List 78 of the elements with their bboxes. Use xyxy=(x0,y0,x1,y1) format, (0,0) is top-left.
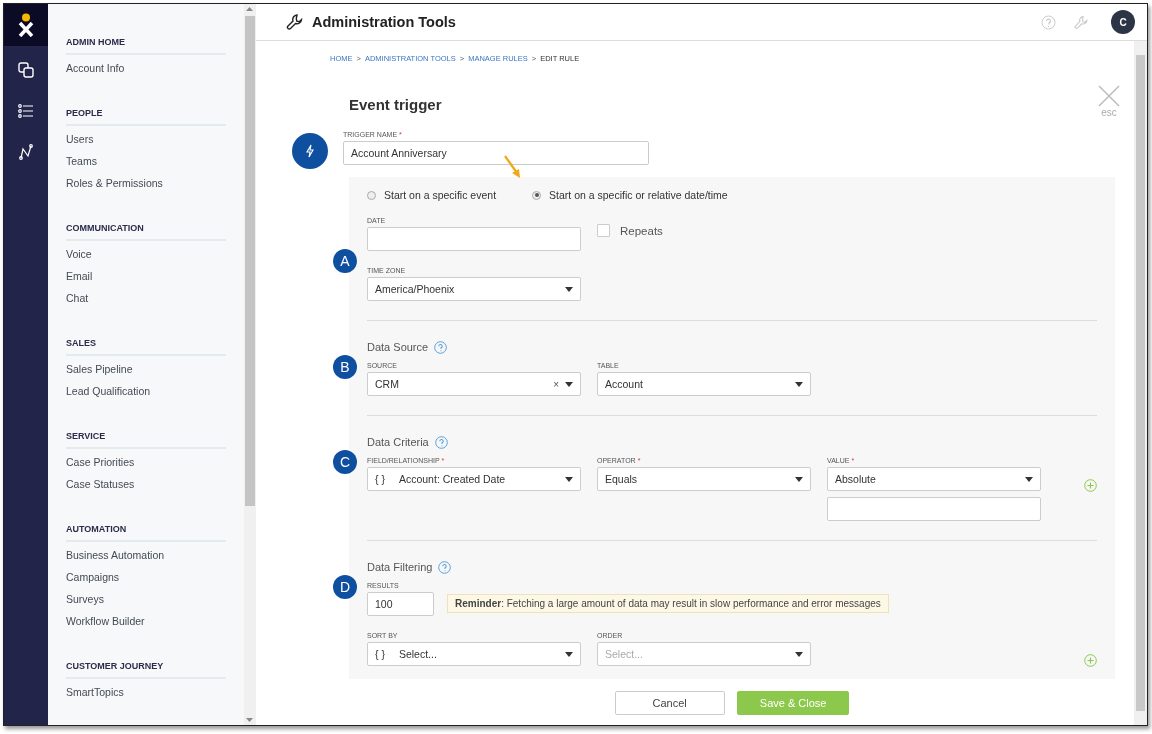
wrench-icon xyxy=(286,13,304,31)
wrench-icon[interactable] xyxy=(1074,14,1089,30)
section-title: Data Criteria xyxy=(367,436,429,448)
esc-label: esc xyxy=(1101,107,1117,118)
text-field[interactable] xyxy=(827,497,1041,521)
caret-icon xyxy=(1025,476,1033,482)
add-icon[interactable] xyxy=(1084,479,1097,492)
sidebar-item[interactable]: Voice xyxy=(66,245,226,267)
sidebar-item[interactable]: Roles & Permissions xyxy=(66,174,226,196)
sidebar-item[interactable]: Chat xyxy=(66,289,226,311)
scroll-up-icon[interactable] xyxy=(246,7,253,11)
section-heading: SERVICE xyxy=(66,431,226,449)
text-field[interactable]: 100 xyxy=(367,592,434,616)
radio-option[interactable]: Start on a specific or relative date/time xyxy=(532,189,728,201)
section-heading: AUTOMATION xyxy=(66,524,226,542)
arrow-icon xyxy=(503,155,523,179)
section-heading: ADMIN HOME xyxy=(66,37,226,55)
sidebar-item[interactable]: Business Automation xyxy=(66,546,226,568)
help-icon[interactable] xyxy=(1041,14,1056,30)
sidebar-item[interactable]: Workflow Builder xyxy=(66,612,226,634)
section-title: Data Source xyxy=(367,341,429,353)
section-title: Data Filtering xyxy=(367,561,433,573)
sidebar-item[interactable]: Case Priorities xyxy=(66,453,226,475)
caret-icon xyxy=(795,381,803,387)
text-field[interactable]: Account Anniversary xyxy=(343,141,649,165)
dropdown[interactable]: { } Account: Created Date xyxy=(367,467,581,491)
add-icon[interactable] xyxy=(1084,654,1097,667)
radio-option[interactable]: Start on a specific event xyxy=(367,189,497,201)
sidebar-item[interactable]: Users xyxy=(66,130,226,152)
sidebar-item[interactable]: Email xyxy=(66,267,226,289)
step-badge: B xyxy=(333,355,357,379)
close-icon[interactable] xyxy=(1098,85,1120,107)
sidebar-item[interactable]: Campaigns xyxy=(66,568,226,590)
caret-icon xyxy=(565,381,573,387)
section-heading: PEOPLE xyxy=(66,108,226,126)
sidebar-item[interactable]: SmartTopics xyxy=(66,683,226,705)
section-heading: SALES xyxy=(66,338,226,356)
sidebar-item[interactable]: Surveys xyxy=(66,590,226,612)
sidebar-item[interactable]: Lead Qualification xyxy=(66,382,226,404)
cancel-button[interactable]: Cancel xyxy=(614,691,725,715)
step-badge: A xyxy=(333,249,357,273)
step-badge: D xyxy=(333,575,357,599)
step-badge: C xyxy=(333,450,357,474)
logo-icon xyxy=(18,13,34,37)
caret-icon xyxy=(565,476,573,482)
dropdown[interactable]: Absolute xyxy=(827,467,1041,491)
dropdown[interactable]: { } Select... xyxy=(367,642,581,666)
dropdown[interactable]: Account xyxy=(597,372,811,396)
form-title: Event trigger xyxy=(349,96,442,113)
caret-icon xyxy=(565,651,573,657)
page-title: Administration Tools xyxy=(312,14,457,30)
checkbox[interactable] xyxy=(597,224,610,237)
scrollbar-thumb[interactable] xyxy=(245,16,255,506)
user-avatar[interactable]: C xyxy=(1111,10,1135,34)
list-icon[interactable] xyxy=(18,104,34,118)
reminder-note: Reminder: Fetching a large amount of data may result in slow performance and error messages xyxy=(447,594,889,613)
section-heading: COMMUNICATION xyxy=(66,223,226,241)
scroll-down-icon[interactable] xyxy=(246,718,253,722)
lightning-icon xyxy=(292,133,328,169)
sidebar-item[interactable]: Sales Pipeline xyxy=(66,360,226,382)
sidebar-item[interactable]: Account Info xyxy=(66,59,226,81)
caret-icon xyxy=(795,476,803,482)
help-icon[interactable] xyxy=(434,435,448,449)
dropdown[interactable]: CRM × xyxy=(367,372,581,396)
chart-line-icon[interactable] xyxy=(19,144,33,160)
caret-icon xyxy=(565,286,573,292)
caret-icon xyxy=(795,651,803,657)
checkbox-label: Repeats xyxy=(620,224,663,237)
text-field[interactable] xyxy=(367,227,581,251)
scrollbar-thumb[interactable] xyxy=(1136,55,1145,711)
sidebar-item[interactable]: Teams xyxy=(66,152,226,174)
section-heading: CUSTOMER JOURNEY xyxy=(66,661,226,679)
help-icon[interactable] xyxy=(438,560,452,574)
dropdown[interactable]: Equals xyxy=(597,467,811,491)
sidebar-item[interactable]: Case Statuses xyxy=(66,475,226,497)
dropdown[interactable]: America/Phoenix xyxy=(367,277,581,301)
help-icon[interactable] xyxy=(434,340,448,354)
copy-icon[interactable] xyxy=(18,62,34,78)
